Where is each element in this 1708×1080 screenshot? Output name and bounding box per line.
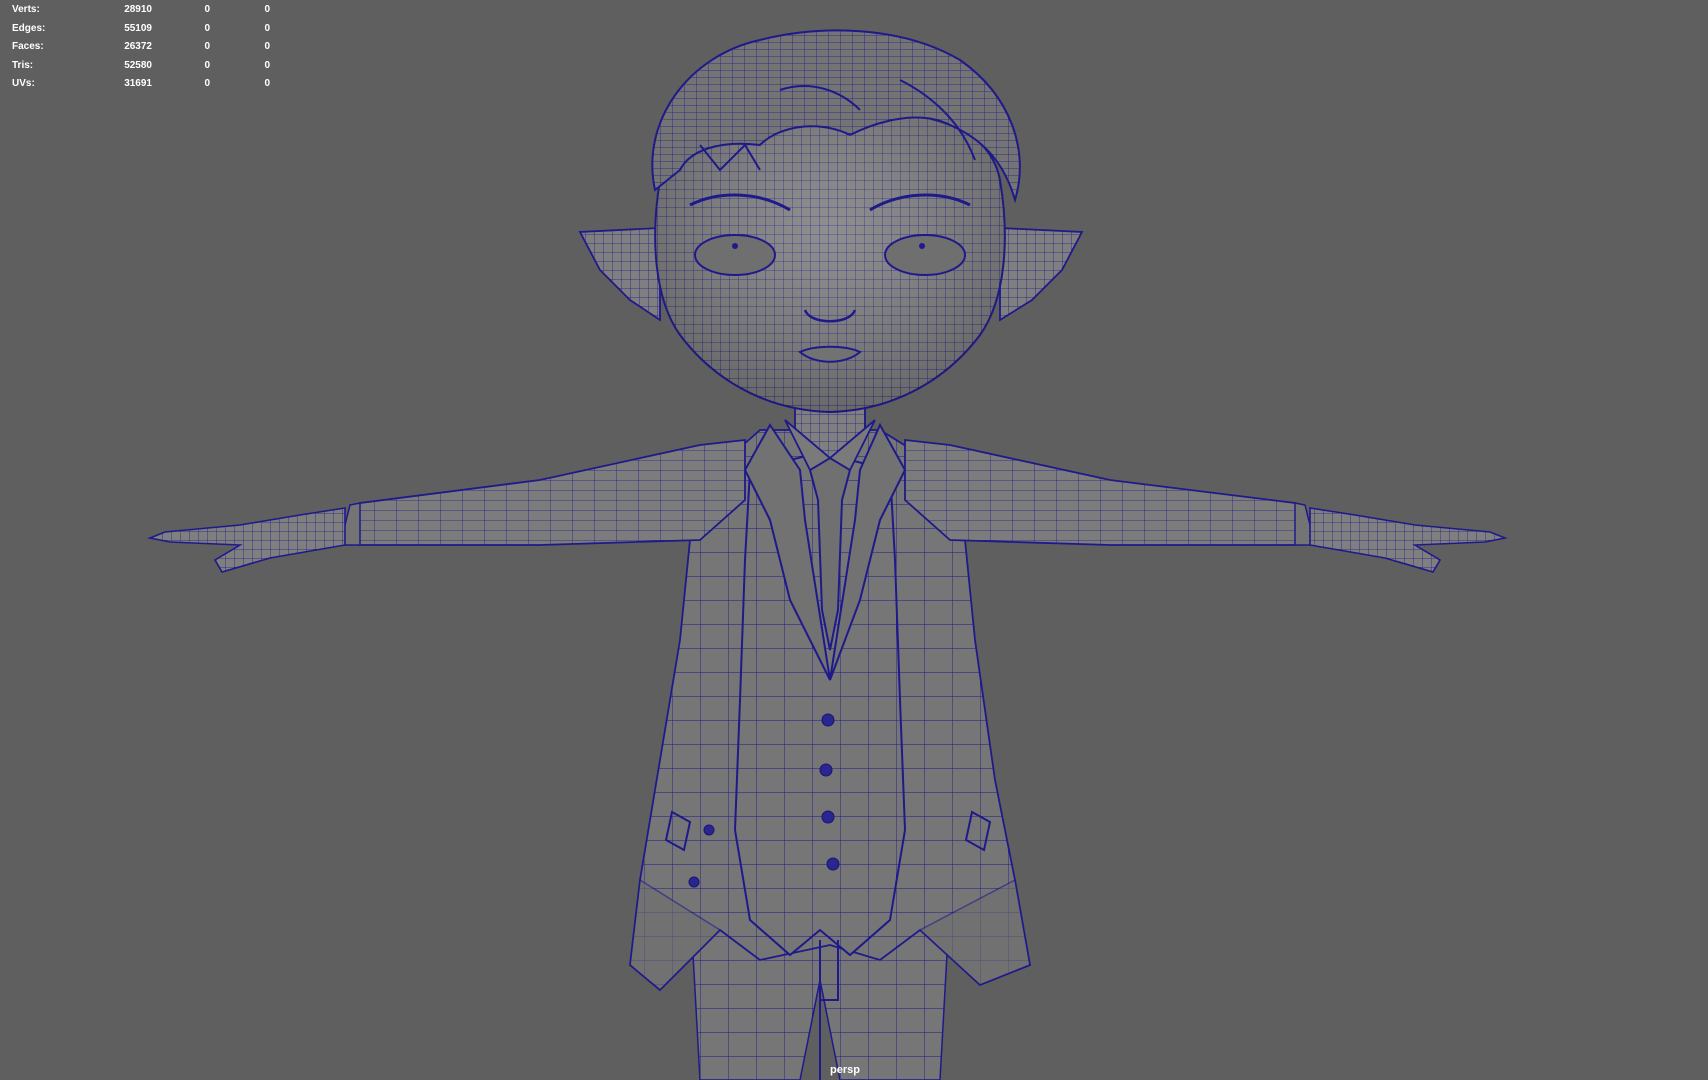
left-arm-mesh[interactable] bbox=[339, 438, 746, 546]
poly-count-hud: Verts: 28910 0 0 Edges: 55109 0 0 Faces:… bbox=[12, 1, 270, 94]
left-ear-mesh[interactable] bbox=[578, 227, 661, 322]
hud-label: UVs: bbox=[12, 78, 35, 89]
hud-row-edges: Edges: 55109 0 0 bbox=[12, 20, 270, 39]
hud-component: 0 bbox=[264, 59, 270, 71]
right-hand-mesh[interactable] bbox=[1309, 507, 1508, 573]
hud-row-uvs: UVs: 31691 0 0 bbox=[12, 75, 270, 94]
hud-total: 52580 bbox=[124, 59, 152, 71]
right-arm-mesh[interactable] bbox=[904, 438, 1316, 546]
hud-selected: 0 bbox=[204, 78, 210, 89]
hud-component: 0 bbox=[264, 78, 270, 89]
camera-name-label: persp bbox=[830, 1064, 860, 1076]
hud-label: Faces: bbox=[12, 41, 44, 52]
hud-label: Tris: bbox=[12, 59, 34, 71]
right-ear-mesh[interactable] bbox=[999, 227, 1084, 322]
hud-total: 55109 bbox=[124, 22, 152, 34]
hud-total: 26372 bbox=[124, 41, 152, 52]
hud-label: Edges: bbox=[12, 22, 46, 34]
hud-selected: 0 bbox=[204, 59, 210, 71]
hud-selected: 0 bbox=[204, 4, 210, 15]
hud-selected: 0 bbox=[204, 41, 210, 52]
hud-total: 31691 bbox=[124, 78, 152, 89]
character-wireframe-model[interactable] bbox=[0, 0, 1708, 1080]
hud-total: 28910 bbox=[124, 4, 152, 15]
vest-mesh[interactable] bbox=[733, 422, 907, 1001]
hud-label: Verts: bbox=[12, 4, 40, 15]
left-hand-mesh[interactable] bbox=[147, 507, 346, 573]
hud-selected: 0 bbox=[204, 22, 210, 34]
hud-component: 0 bbox=[264, 22, 270, 34]
hud-row-faces: Faces: 26372 0 0 bbox=[12, 38, 270, 57]
hud-row-verts: Verts: 28910 0 0 bbox=[12, 1, 270, 20]
hud-row-tris: Tris: 52580 0 0 bbox=[12, 57, 270, 76]
hud-component: 0 bbox=[264, 41, 270, 52]
hud-component: 0 bbox=[264, 4, 270, 15]
3d-viewport[interactable]: Verts: 28910 0 0 Edges: 55109 0 0 Faces:… bbox=[0, 0, 1708, 1080]
